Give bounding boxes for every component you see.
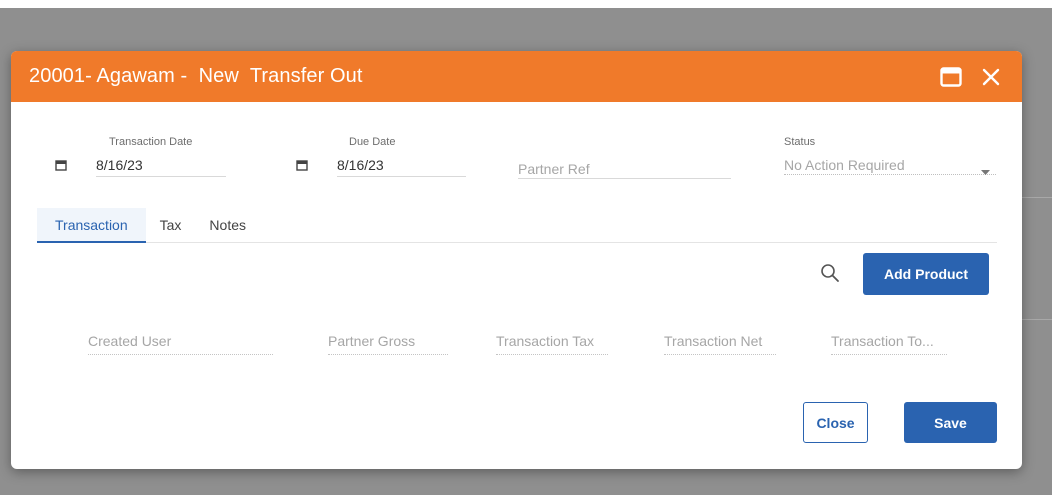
search-icon[interactable] (819, 262, 843, 286)
status-label: Status (784, 136, 816, 148)
due-date-label: Due Date (349, 136, 396, 148)
partner-ref-input[interactable]: Partner Ref (518, 157, 731, 179)
dialog-title: 20001- Agawam - New Transfer Out (29, 65, 363, 87)
status-select[interactable]: No Action Required (784, 153, 996, 175)
transaction-tax-field[interactable]: Transaction Tax (496, 333, 608, 355)
partner-gross-field[interactable]: Partner Gross (328, 333, 448, 355)
due-date-input[interactable]: 8/16/23 (337, 155, 466, 177)
save-button[interactable]: Save (904, 402, 997, 443)
created-user-field[interactable]: Created User (88, 333, 273, 355)
tab-bar: Transaction Tax Notes (37, 208, 997, 243)
transaction-date-label: Transaction Date (109, 136, 193, 148)
transfer-out-dialog: 20001- Agawam - New Transfer Out Transac… (11, 51, 1022, 469)
chevron-down-icon (981, 162, 990, 178)
backdrop-top-strip (0, 0, 1052, 8)
calendar-icon[interactable] (55, 158, 67, 176)
status-value: No Action Required (784, 157, 905, 173)
backdrop-divider (1020, 197, 1052, 198)
transaction-date-input[interactable]: 8/16/23 (96, 155, 226, 177)
tab-transaction[interactable]: Transaction (37, 208, 146, 243)
backdrop-divider (1020, 319, 1052, 320)
tab-notes[interactable]: Notes (195, 208, 260, 243)
maximize-icon[interactable] (938, 64, 964, 90)
calendar-icon[interactable] (296, 158, 308, 176)
add-product-button[interactable]: Add Product (863, 253, 989, 295)
transaction-net-field[interactable]: Transaction Net (664, 333, 776, 355)
transaction-total-field[interactable]: Transaction To... (831, 333, 947, 355)
tab-tax[interactable]: Tax (146, 208, 196, 243)
dialog-header: 20001- Agawam - New Transfer Out (11, 51, 1022, 102)
close-button[interactable]: Close (803, 402, 868, 443)
close-icon[interactable] (978, 64, 1004, 90)
